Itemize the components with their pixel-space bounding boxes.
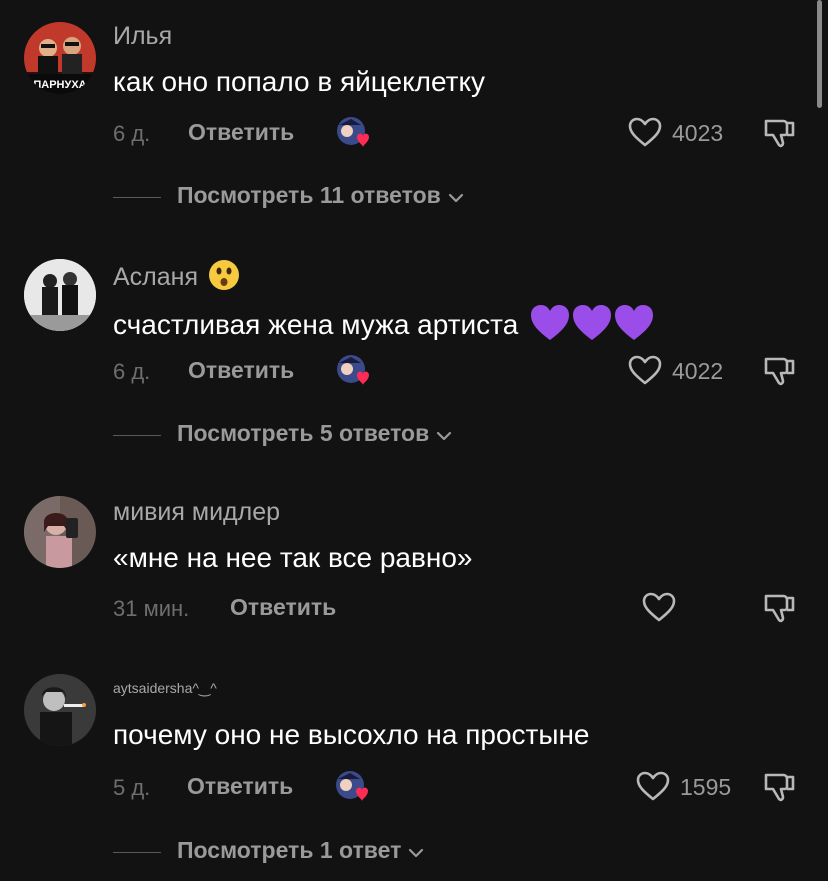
comment-author[interactable]: Илья <box>113 22 172 51</box>
heart-icon <box>642 592 676 622</box>
reply-button[interactable]: Ответить <box>188 119 294 146</box>
dislike-icon <box>764 357 795 386</box>
like-count: 1595 <box>680 774 732 800</box>
view-replies-label: Посмотреть 5 ответов <box>177 420 453 448</box>
like-count: 4022 <box>672 358 724 384</box>
comment-actions: 6 д. Ответить 4022 <box>113 353 803 393</box>
view-replies-button[interactable]: Посмотреть 1 ответ <box>113 837 533 869</box>
creator-liked-badge <box>334 769 372 805</box>
comment-actions: 6 д. Ответить 4023 <box>113 115 803 155</box>
creator-liked-badge <box>335 353 373 389</box>
like-button[interactable] <box>641 590 681 626</box>
comment-author[interactable]: Асланя <box>113 259 240 298</box>
view-replies-button[interactable]: Посмотреть 11 ответов <box>113 182 533 214</box>
comment-time: 6 д. <box>113 121 151 146</box>
dislike-icon <box>764 594 795 623</box>
comments-panel: ПАРНУХА Илья как оно попало в яйцеклетку… <box>0 0 828 881</box>
astonished-face-emoji <box>208 259 240 298</box>
dislike-button[interactable] <box>761 353 797 389</box>
dislike-button[interactable] <box>761 590 797 626</box>
reply-button[interactable]: Ответить <box>230 594 336 621</box>
avatar[interactable]: ПАРНУХА <box>24 22 96 94</box>
avatar[interactable] <box>24 259 96 331</box>
reply-button[interactable]: Ответить <box>188 357 294 384</box>
scrollbar[interactable] <box>817 0 822 108</box>
like-button[interactable]: 4023 <box>627 115 737 151</box>
reply-button[interactable]: Ответить <box>187 773 293 800</box>
avatar[interactable] <box>24 496 96 568</box>
creator-liked-badge <box>335 115 373 151</box>
dislike-icon <box>764 773 795 802</box>
chevron-down-icon <box>435 421 453 448</box>
comment-time: 5 д. <box>113 775 151 800</box>
comment-text: как оно попало в яйцеклетку <box>113 66 486 97</box>
avatar[interactable] <box>24 674 96 746</box>
divider <box>113 852 161 853</box>
svg-text:ПАРНУХА: ПАРНУХА <box>33 79 86 91</box>
comment-text: счастливая жена мужа артиста <box>113 303 654 350</box>
view-replies-label: Посмотреть 1 ответ <box>177 837 425 865</box>
divider <box>113 197 161 198</box>
purple-heart-icon <box>573 305 612 340</box>
comment-text: «мне на нее так все равно» <box>113 542 473 573</box>
heart-icon <box>628 355 662 385</box>
chevron-down-icon <box>407 838 425 865</box>
purple-heart-icon <box>531 305 570 340</box>
dislike-button[interactable] <box>761 769 797 805</box>
heart-icon <box>636 771 670 801</box>
view-replies-label: Посмотреть 11 ответов <box>177 182 465 210</box>
chevron-down-icon <box>447 183 465 210</box>
purple-heart-icon <box>615 305 654 340</box>
purple-hearts <box>530 303 654 350</box>
comment-time: 6 д. <box>113 359 151 384</box>
view-replies-button[interactable]: Посмотреть 5 ответов <box>113 420 533 452</box>
like-count: 4023 <box>672 120 724 146</box>
comment-actions: 5 д. Ответить 1595 <box>113 769 803 809</box>
comment-time: 31 мин. <box>113 596 190 621</box>
like-button[interactable]: 1595 <box>635 769 735 805</box>
comment-author[interactable]: мивия мидлер <box>113 498 280 527</box>
heart-icon <box>628 117 662 147</box>
comment-text: почему оно не высохло на простыне <box>113 719 590 750</box>
comment-actions: 31 мин. Ответить <box>113 590 803 630</box>
dislike-icon <box>764 119 795 148</box>
dislike-button[interactable] <box>761 115 797 151</box>
divider <box>113 435 161 436</box>
comment-author[interactable]: aytsaidersha^‿^ <box>113 680 217 697</box>
like-button[interactable]: 4022 <box>627 353 737 389</box>
